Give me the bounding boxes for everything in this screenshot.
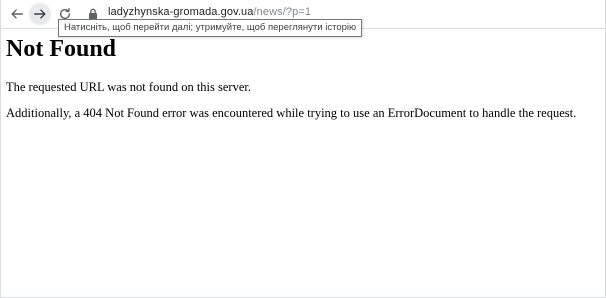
page-content: Not Found The requested URL was not foun…: [6, 34, 596, 121]
forward-button[interactable]: [29, 3, 51, 25]
arrow-right-icon: [34, 9, 46, 19]
page-title: Not Found: [6, 36, 117, 62]
back-button[interactable]: [6, 3, 28, 25]
error-message: The requested URL was not found on this …: [6, 80, 251, 94]
window-border-left: [0, 0, 1, 298]
arrow-left-icon: [11, 9, 23, 19]
error-detail: Additionally, a 404 Not Found error was …: [6, 106, 577, 120]
url-domain: ladyzhynska-gromada.gov.ua: [108, 6, 254, 18]
url-text[interactable]: ladyzhynska-gromada.gov.ua/news/?p=1: [108, 6, 311, 18]
url-path: /news/?p=1: [253, 6, 312, 18]
